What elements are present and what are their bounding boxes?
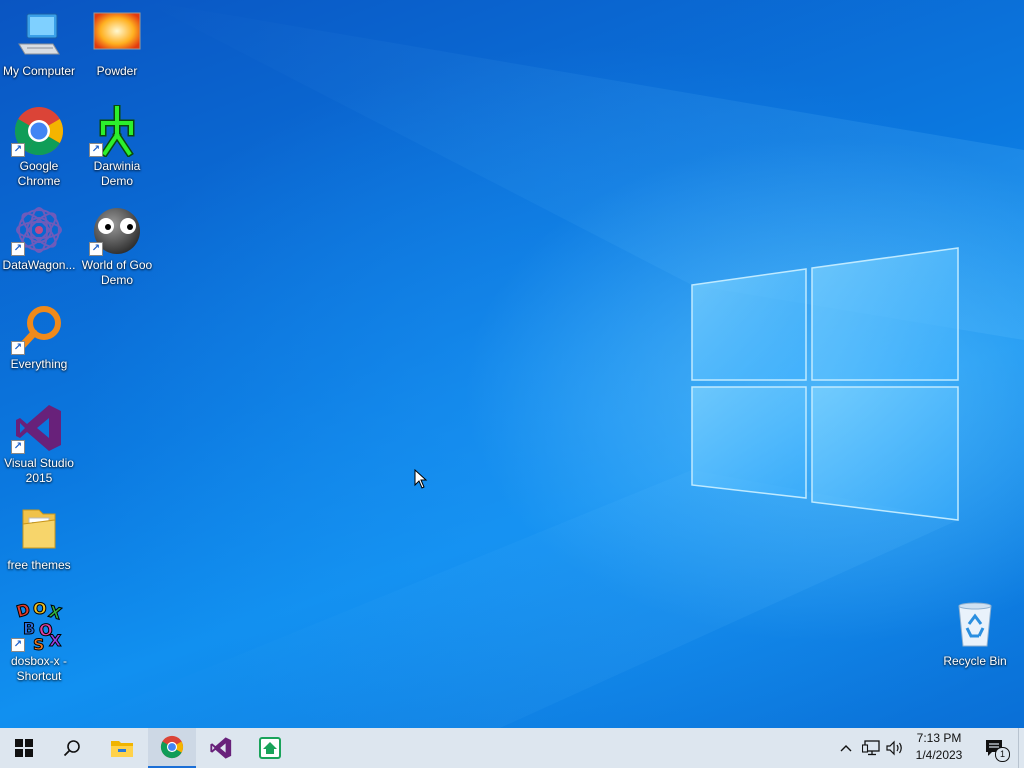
folder-icon [13,504,65,556]
svg-text:S: S [33,635,45,652]
start-button[interactable] [0,728,48,768]
dosbox-icon: D O X B O S X ↗ [11,599,65,655]
mouse-cursor-icon [414,469,428,489]
shortcut-arrow-icon: ↗ [11,638,25,652]
visual-studio-icon: ↗ [11,402,65,454]
darwinia-icon: ↗ [89,104,143,158]
shortcut-arrow-icon: ↗ [89,242,103,256]
notification-count-badge: 1 [995,747,1010,762]
desktop-icon-visual-studio-2015[interactable]: ↗ Visual Studio 2015 [0,402,78,486]
desktop-icon-label: Google Chrome [17,159,61,188]
visual-studio-icon [210,737,232,759]
desktop-icon-dosbox-x-shortcut[interactable]: D O X B O S X ↗ dosbox-x - Shortcut [0,599,78,684]
clock-date: 1/4/2023 [915,748,963,762]
shortcut-arrow-icon: ↗ [11,143,25,157]
desktop[interactable]: My Computer Powder ↗ Google Chrome ↗ Dar… [0,0,1024,728]
recycle-bin-icon [949,600,1001,652]
datawagon-icon: ↗ [11,204,65,256]
svg-text:X: X [49,631,62,650]
show-hidden-icons-button[interactable] [836,728,856,768]
search-icon [63,740,80,757]
desktop-icon-label: Everything [10,357,68,371]
desktop-icon-recycle-bin[interactable]: Recycle Bin [936,600,1014,669]
desktop-icon-google-chrome[interactable]: ↗ Google Chrome [0,105,78,189]
taskbar: 7:13 PM 1/4/2023 1 [0,728,1024,768]
shortcut-arrow-icon: ↗ [11,440,25,454]
desktop-icon-label: Powder [96,64,138,78]
windows-start-icon [15,739,33,757]
app-icon [259,737,281,759]
chrome-icon [160,735,184,759]
action-center-button[interactable]: 1 [978,728,1010,768]
shortcut-arrow-icon: ↗ [89,143,103,157]
volume-button[interactable] [884,728,906,768]
powder-icon [91,10,143,62]
show-desktop-button[interactable] [1018,728,1024,768]
desktop-icon-darwinia-demo[interactable]: ↗ Darwinia Demo [78,104,156,189]
desktop-icon-powder[interactable]: Powder [78,10,156,79]
desktop-icon-everything[interactable]: ↗ Everything [0,303,78,372]
desktop-icon-label: My Computer [2,64,76,78]
chevron-up-icon [840,745,852,752]
network-icon [862,740,880,756]
desktop-icon-free-themes[interactable]: free themes [0,504,78,573]
shortcut-arrow-icon: ↗ [11,341,25,355]
desktop-icon-label: DataWagon... [2,258,76,272]
computer-icon [13,10,65,62]
taskbar-file-explorer[interactable] [98,728,146,768]
desktop-icon-label: World of Goo Demo [81,258,153,287]
chrome-icon: ↗ [11,105,65,157]
taskbar-app[interactable] [246,728,294,768]
shortcut-arrow-icon: ↗ [11,242,25,256]
desktop-icon-label: dosbox-x - Shortcut [10,654,68,683]
desktop-icon-world-of-goo-demo[interactable]: ↗ World of Goo Demo [78,204,156,288]
world-of-goo-icon: ↗ [89,204,143,256]
desktop-icon-label: Darwinia Demo [93,159,141,188]
file-explorer-icon [111,741,133,757]
everything-search-icon: ↗ [11,303,65,355]
taskbar-visual-studio[interactable] [197,728,245,768]
desktop-icon-label: Visual Studio 2015 [4,456,74,485]
desktop-icon-datawagon[interactable]: ↗ DataWagon... [0,204,78,273]
svg-text:O: O [33,600,47,618]
desktop-icon-my-computer[interactable]: My Computer [0,10,78,79]
clock[interactable]: 7:13 PM 1/4/2023 [906,731,972,762]
clock-time: 7:13 PM [916,731,962,745]
speaker-icon [886,740,902,756]
search-button[interactable] [48,728,96,768]
network-button[interactable] [860,728,882,768]
desktop-icon-label: free themes [7,558,71,572]
desktop-icon-label: Recycle Bin [943,654,1007,668]
taskbar-google-chrome[interactable] [148,728,196,768]
